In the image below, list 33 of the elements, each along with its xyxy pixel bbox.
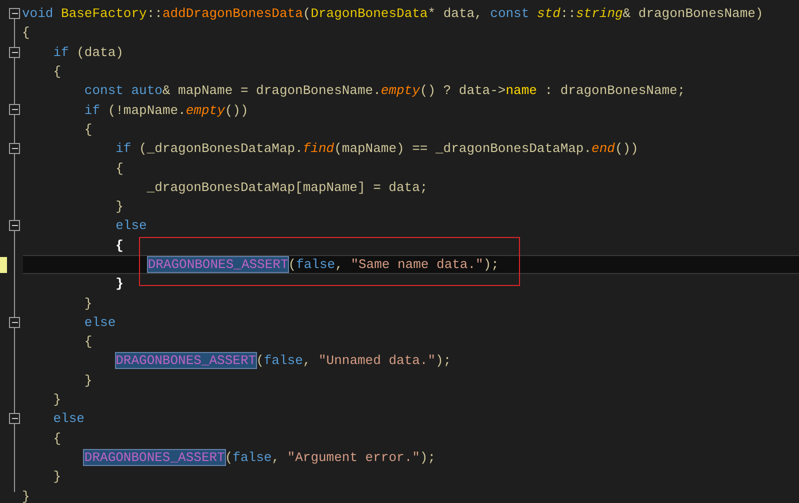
code-line: { [53,63,62,82]
code-line: { [84,333,94,352]
code-line: { [84,120,94,139]
code-line: } [84,294,94,313]
code-line: } [116,198,124,216]
code-line: else [84,314,117,332]
code-line: DRAGONBONES_ASSERT(false, "Same name data."); [148,256,500,274]
code-line: DRAGONBONES_ASSERT(false, "Argument error."); [84,448,437,467]
collapse-icon[interactable] [9,104,20,116]
code-line: if (_dragonBonesDataMap.find(mapName) == _dragonBonesDataMap.end()) [116,140,640,158]
code-line: DRAGONBONES_ASSERT(false, "Unnamed data."); [116,352,452,370]
code-line: } [84,372,94,390]
code-line: _dragonBonesDataMap[mapName] = data; [146,178,429,197]
code-line: { [22,24,31,42]
code-line: } [53,391,62,410]
code-line: void BaseFactory::addDragonBonesData(DragonBonesData* data, const std::string& dragonBonesName) [22,5,764,24]
collapse-icon[interactable] [9,143,20,154]
code-line: else [53,410,86,428]
code-line: } [116,275,124,294]
code-line: if (!mapName.empty()) [84,102,250,120]
code-line: { [53,430,62,448]
collapse-icon[interactable] [9,46,20,58]
collapse-icon[interactable] [9,220,20,232]
code-line: { [116,160,124,178]
code-line: } [22,488,31,503]
collapse-icon[interactable] [9,8,20,19]
code-line: else [116,217,148,236]
code-line: } [53,468,62,486]
code-line: const auto& mapName = dragonBonesName.empty() ? data->name : dragonBonesName; [84,82,686,100]
code-line: { [116,236,124,255]
collapse-icon[interactable] [9,316,20,328]
code-line: if (data) [53,44,124,62]
collapse-icon[interactable] [9,413,20,424]
